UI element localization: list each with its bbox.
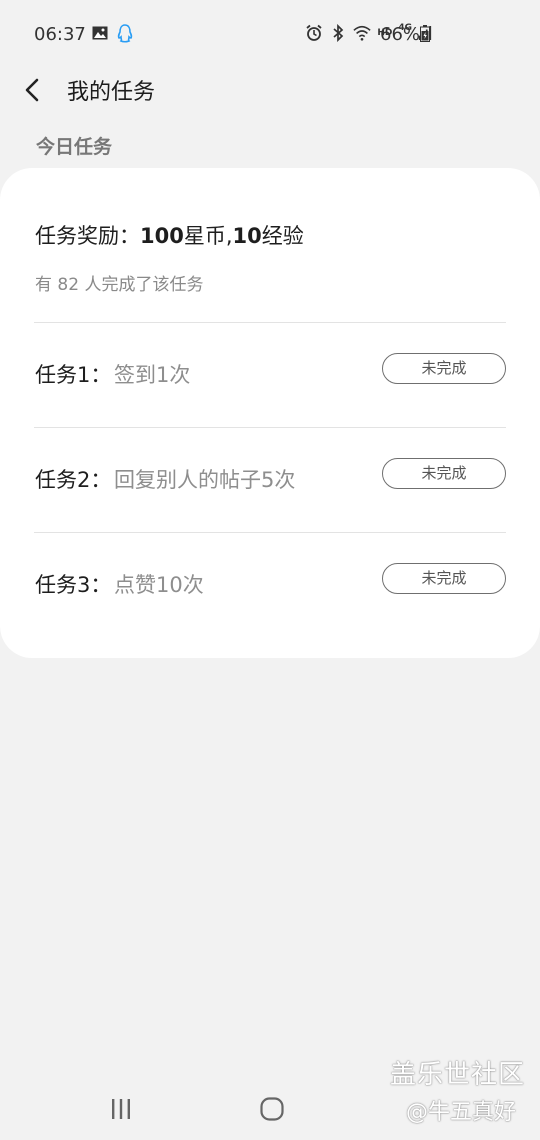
task-description: 点赞10次 [114,573,204,597]
reward-text: 任务奖励：100星币,10经验 [35,220,304,250]
task-status-button[interactable]: 未完成 [382,563,506,594]
task-description: 回复别人的帖子5次 [114,468,296,492]
task-description: 签到1次 [114,363,191,387]
reward-coins-unit: 星币, [183,224,233,248]
reward-coins: 100 [140,224,184,248]
navigation-bar [0,1080,540,1140]
battery-icon [420,25,430,42]
alarm-icon [306,24,322,41]
task-status-button[interactable]: 未完成 [382,458,506,489]
reward-exp: 10 [232,224,262,248]
task-row-1: 任务1： 签到1次 未完成 [0,323,540,427]
task-row-2: 任务2： 回复别人的帖子5次 未完成 [0,428,540,532]
status-time: 06:37 [34,24,86,45]
battery-percent: 66% [380,24,421,45]
task-label: 任务3： [35,573,112,597]
reward-exp-unit: 经验 [261,224,304,248]
task-row-3: 任务3： 点赞10次 未完成 [0,533,540,637]
wifi-icon [353,25,371,41]
task-label: 任务1： [35,363,112,387]
page-title: 我的任务 [67,80,156,105]
bluetooth-icon [333,24,344,42]
image-icon [92,26,108,40]
task-status-button[interactable]: 未完成 [382,353,506,384]
qq-icon [117,24,133,43]
back-arrow-icon[interactable] [20,74,48,104]
app-bar: 我的任务 [0,68,540,112]
completed-count-text: 有 82 人完成了该任务 [35,275,204,295]
status-bar: 06:37 HD 4G 66% [0,0,540,68]
task-card: 任务奖励：100星币,10经验 有 82 人完成了该任务 任务1： 签到1次 未… [0,168,540,658]
section-title-today: 今日任务 [36,136,113,158]
home-icon[interactable] [260,1097,284,1121]
reward-prefix: 任务奖励： [35,224,140,248]
task-label: 任务2： [35,468,112,492]
recent-apps-icon[interactable] [110,1097,132,1121]
